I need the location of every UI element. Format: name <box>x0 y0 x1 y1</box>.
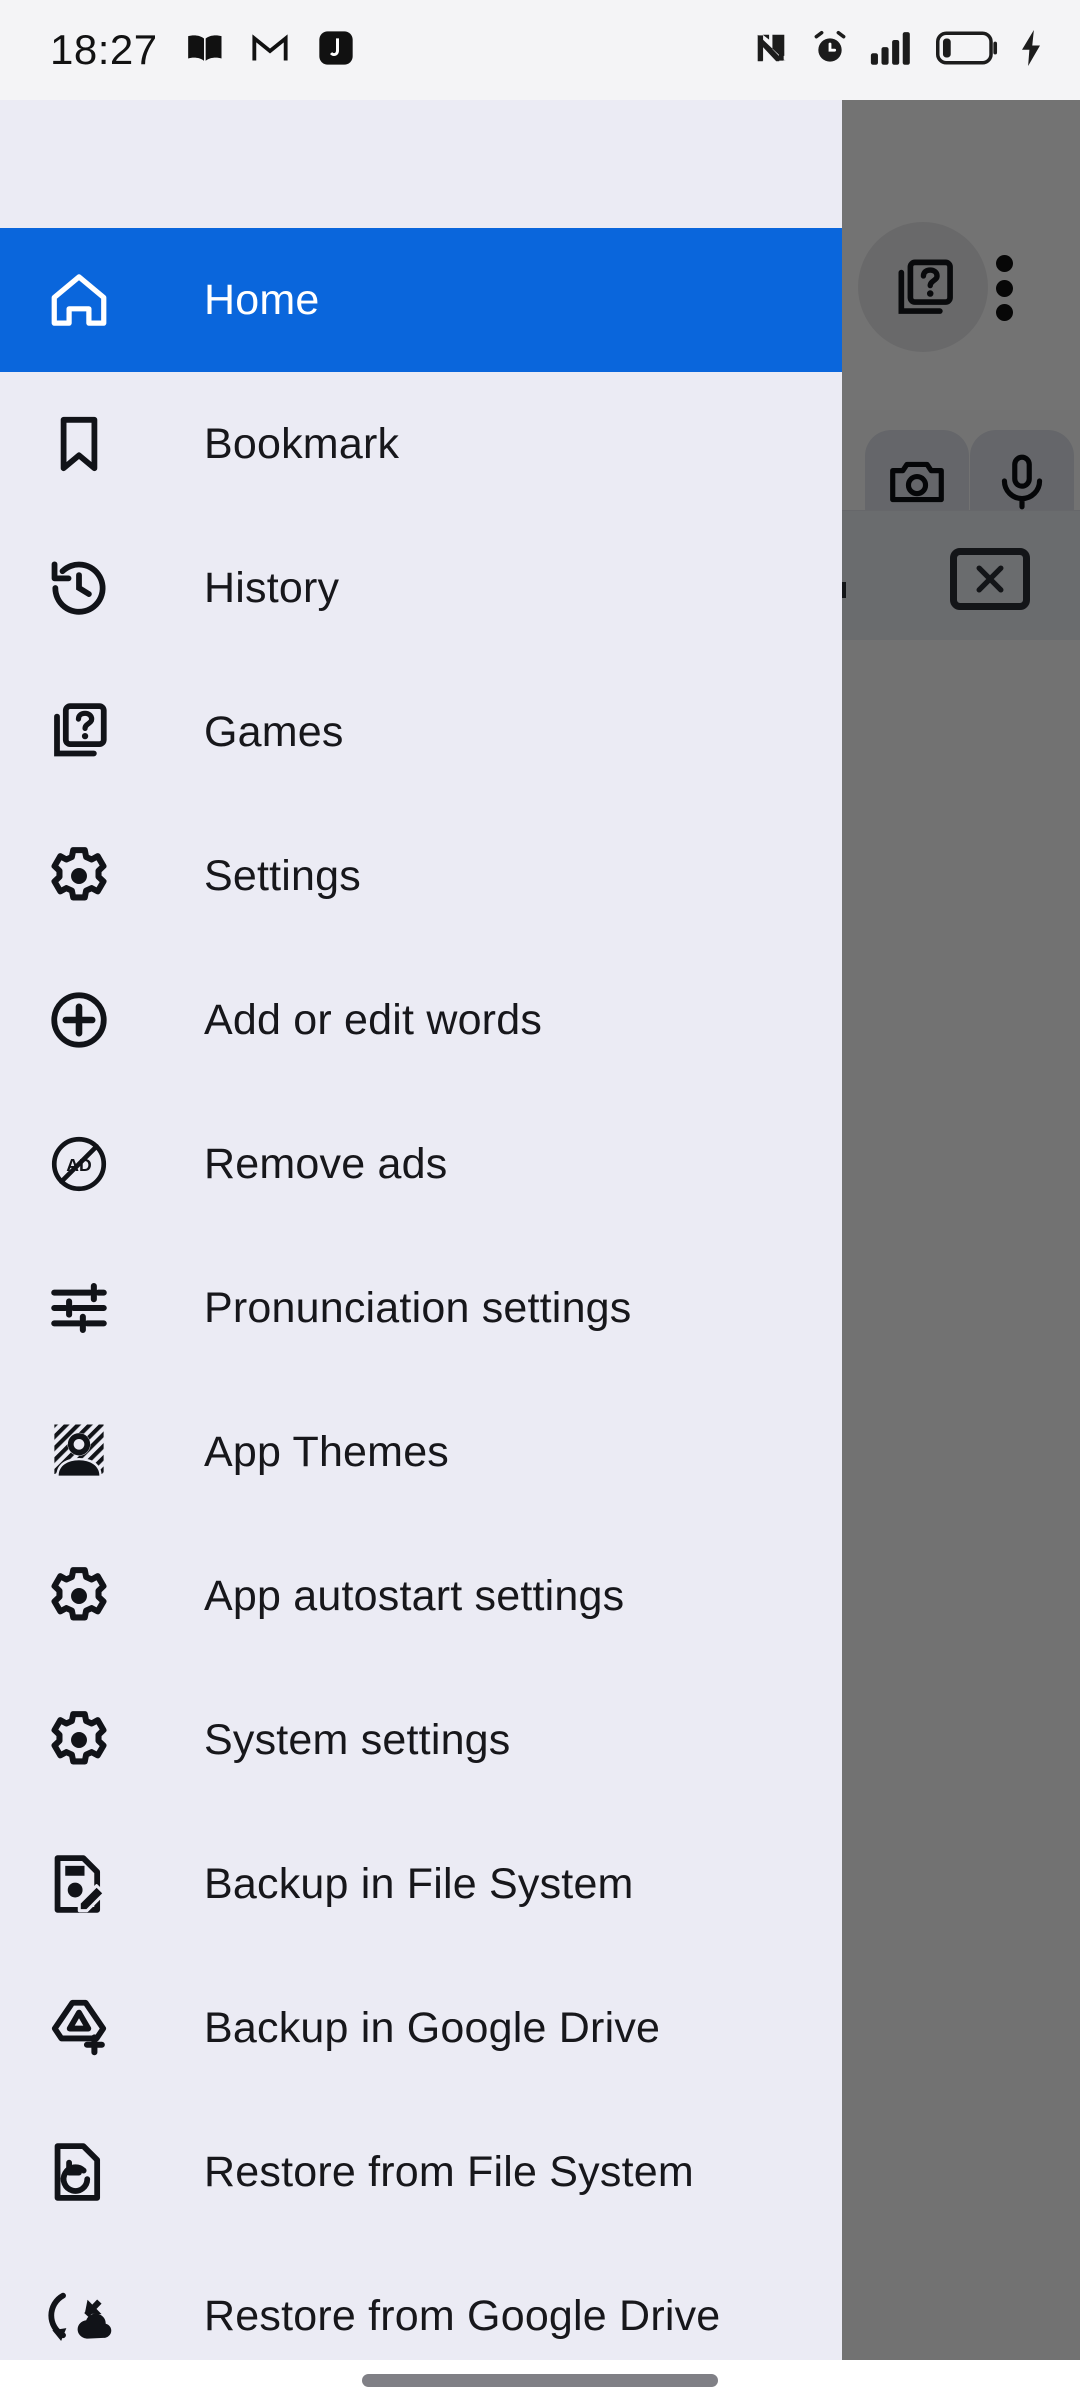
history-icon <box>42 551 116 625</box>
sidebar-item-history[interactable]: History <box>0 516 842 660</box>
status-bar-right <box>752 28 1044 73</box>
app-badge-icon <box>316 28 356 73</box>
sidebar-item-add-or-edit-words[interactable]: Add or edit words <box>0 948 842 1092</box>
sidebar-item-label: Restore from File System <box>204 2147 694 2196</box>
sidebar-item-pronunciation-settings[interactable]: Pronunciation settings <box>0 1236 842 1380</box>
bookmark-icon <box>42 407 116 481</box>
home-gesture-pill[interactable] <box>362 2373 718 2387</box>
drawer-header <box>0 100 842 228</box>
tune-sliders-icon <box>42 1271 116 1345</box>
gmail-icon <box>250 28 290 73</box>
drive-add-icon <box>42 1991 116 2065</box>
sidebar-item-label: App Themes <box>204 1427 450 1476</box>
sidebar-item-label: Add or edit words <box>204 995 543 1044</box>
status-bar: 18:27 <box>0 0 1080 100</box>
gear-icon <box>42 839 116 913</box>
sidebar-item-label: Home <box>204 275 320 324</box>
sidebar-item-backup-google-drive[interactable]: Backup in Google Drive <box>0 1956 842 2100</box>
charging-bolt-icon <box>1018 29 1044 71</box>
phone-screen: 18:27 Home Bookmark History Games Settin… <box>0 0 1080 2400</box>
sidebar-item-label: History <box>204 563 340 612</box>
sidebar-item-label: Backup in Google Drive <box>204 2003 661 2052</box>
sidebar-item-label: System settings <box>204 1715 511 1764</box>
sidebar-item-label: Games <box>204 707 344 756</box>
nfc-icon <box>752 29 790 72</box>
sidebar-item-remove-ads[interactable]: AD Remove ads <box>0 1092 842 1236</box>
file-restore-icon <box>42 2135 116 2209</box>
plus-circle-icon <box>42 983 116 1057</box>
sidebar-item-backup-file-system[interactable]: Backup in File System <box>0 1812 842 1956</box>
sidebar-item-label: Restore from Google Drive <box>204 2291 721 2340</box>
sidebar-item-system-settings[interactable]: System settings <box>0 1668 842 1812</box>
sidebar-item-label: Pronunciation settings <box>204 1283 632 1332</box>
file-edit-icon <box>42 1847 116 1921</box>
sidebar-item-label: App autostart settings <box>204 1571 625 1620</box>
sidebar-item-settings[interactable]: Settings <box>0 804 842 948</box>
sidebar-item-label: Remove ads <box>204 1139 448 1188</box>
sidebar-item-label: Bookmark <box>204 419 400 468</box>
no-ads-icon: AD <box>42 1127 116 1201</box>
sidebar-item-bookmark[interactable]: Bookmark <box>0 372 842 516</box>
sidebar-item-label: Backup in File System <box>204 1859 634 1908</box>
sidebar-item-home[interactable]: Home <box>0 228 842 372</box>
status-bar-clock: 18:27 <box>50 26 158 73</box>
home-icon <box>42 263 116 337</box>
cloud-restore-icon <box>42 2279 116 2353</box>
sidebar-item-app-autostart-settings[interactable]: App autostart settings <box>0 1524 842 1668</box>
sidebar-item-app-themes[interactable]: App Themes <box>0 1380 842 1524</box>
navigation-drawer: Home Bookmark History Games Settings Add… <box>0 100 842 2360</box>
alarm-icon <box>810 28 850 73</box>
games-help-icon <box>42 695 116 769</box>
sidebar-item-label: Settings <box>204 851 361 900</box>
battery-low-icon <box>935 31 998 70</box>
gear-icon <box>42 1559 116 1633</box>
person-theme-icon <box>42 1415 116 1489</box>
sidebar-item-games[interactable]: Games <box>0 660 842 804</box>
sidebar-item-restore-file-system[interactable]: Restore from File System <box>0 2100 842 2244</box>
status-bar-left: 18:27 <box>50 26 356 74</box>
gear-icon <box>42 1703 116 1777</box>
book-icon <box>184 28 224 73</box>
svg-text:AD: AD <box>66 1155 91 1175</box>
signal-bars-icon <box>870 29 916 72</box>
sidebar-item-restore-google-drive[interactable]: Restore from Google Drive <box>0 2244 842 2360</box>
system-navigation-bar <box>0 2360 1080 2400</box>
